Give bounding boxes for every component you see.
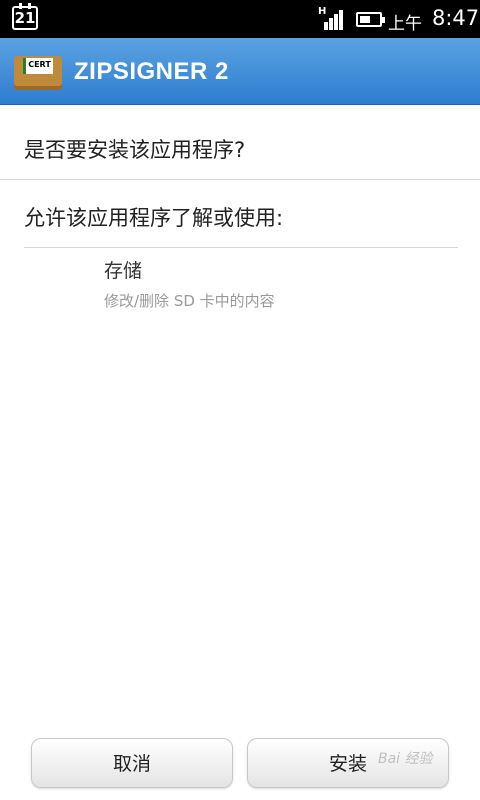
status-time: 8:47 (432, 6, 480, 30)
signal-bar (339, 10, 343, 30)
status-ampm: 上午 (388, 14, 422, 34)
permission-description: 修改/删除 SD 卡中的内容 (104, 292, 275, 310)
battery-icon (356, 12, 385, 27)
signal-icon: H (318, 6, 344, 30)
cancel-button[interactable]: 取消 (31, 738, 233, 788)
status-bar: 21 H 上午 8:47 (0, 0, 480, 38)
divider (24, 247, 458, 248)
cert-label: CERT (23, 58, 53, 74)
network-type: H (318, 6, 327, 17)
divider (0, 179, 480, 180)
signal-bar (329, 18, 333, 30)
app-header: CERT ZIPSIGNER 2 (0, 38, 480, 105)
app-title: ZIPSIGNER 2 (74, 58, 229, 85)
signal-bar (334, 14, 338, 30)
app-icon: CERT (14, 52, 64, 90)
permission-name: 存储 (104, 260, 143, 282)
permissions-heading: 允许该应用程序了解或使用: (24, 206, 284, 230)
install-question: 是否要安装该应用程序? (24, 138, 246, 162)
signal-bar (324, 22, 328, 30)
calendar-icon: 21 (12, 3, 38, 30)
watermark: Bai 经验 (378, 751, 433, 767)
